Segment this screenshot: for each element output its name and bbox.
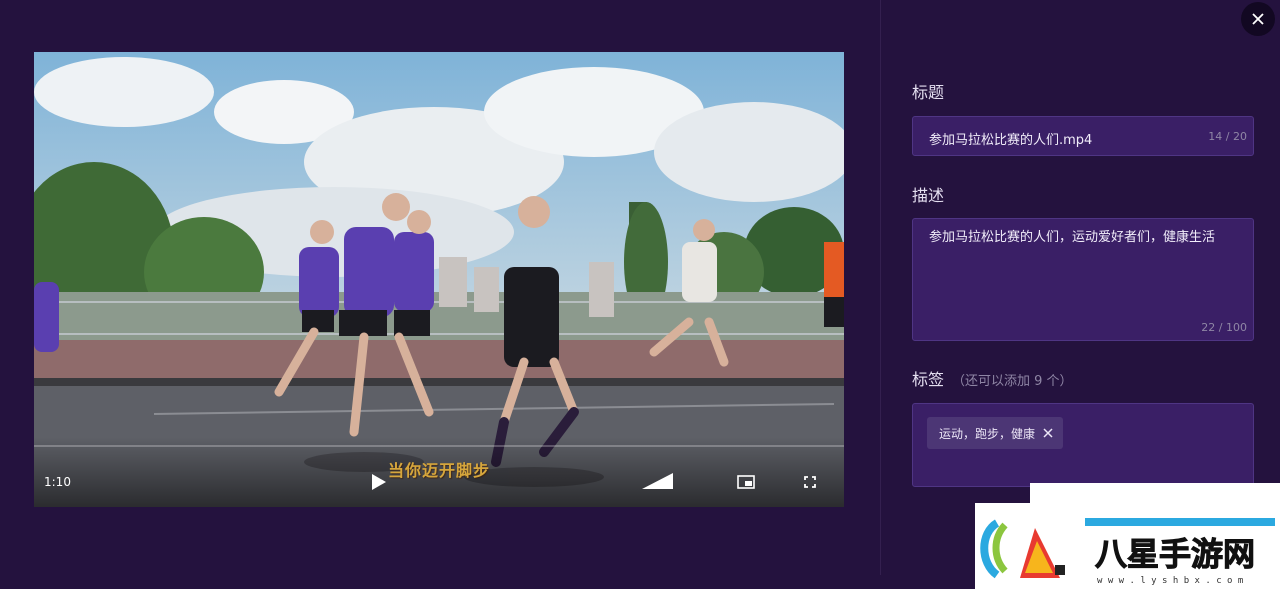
tag-chip: 运动，跑步，健康	[927, 417, 1064, 449]
description-textarea[interactable]: 参加马拉松比赛的人们，运动爱好者们，健康生活 22 / 100	[912, 218, 1254, 341]
picture-in-picture-icon	[737, 475, 755, 489]
panel-divider	[880, 0, 881, 575]
tag-remove-button[interactable]	[1043, 428, 1053, 438]
tag-chip-label: 运动，跑步，健康	[939, 426, 1036, 441]
svg-text:w w w . l y s h b x . c o m: w w w . l y s h b x . c o m	[1097, 576, 1243, 586]
close-icon	[1043, 428, 1053, 438]
close-icon	[1252, 13, 1264, 25]
tags-hint: （还可以添加 9 个）	[952, 374, 1073, 389]
watermark-logo-image: 八星手游网 w w w . l y s h b x . c o m	[980, 518, 1275, 586]
video-player[interactable]: 当你迈开脚步 1:10	[34, 52, 844, 507]
close-button[interactable]	[1241, 2, 1275, 36]
title-label: 标题	[912, 83, 945, 102]
title-char-counter: 14 / 20	[1208, 130, 1247, 143]
fullscreen-button[interactable]	[800, 472, 820, 492]
tags-label: 标签	[912, 370, 945, 389]
play-button[interactable]	[367, 470, 391, 494]
svg-text:八星手游网: 八星手游网	[1095, 535, 1255, 573]
description-label: 描述	[912, 186, 945, 205]
progress-bar[interactable]	[34, 445, 844, 447]
watermark-backing	[1030, 483, 1280, 505]
site-watermark-logo: 八星手游网 w w w . l y s h b x . c o m	[975, 503, 1280, 589]
volume-slider[interactable]	[640, 470, 676, 492]
tags-input[interactable]: 运动，跑步，健康	[912, 403, 1254, 487]
picture-in-picture-button[interactable]	[734, 472, 758, 492]
play-icon	[372, 474, 386, 490]
video-subtitle: 当你迈开脚步	[387, 461, 490, 480]
volume-icon	[642, 473, 673, 489]
description-value: 参加马拉松比赛的人们，运动爱好者们，健康生活	[929, 230, 1216, 245]
title-input[interactable]: 参加马拉松比赛的人们.mp4 14 / 20	[912, 116, 1254, 156]
tags-label-row: 标签 （还可以添加 9 个）	[912, 366, 1073, 390]
title-value: 参加马拉松比赛的人们.mp4	[929, 133, 1093, 148]
description-char-counter: 22 / 100	[1201, 321, 1247, 334]
fullscreen-icon	[804, 476, 816, 488]
current-time: 1:10	[44, 475, 71, 489]
upload-edit-dialog: 当你迈开脚步 1:10 标题 参加马拉松比赛的人们.mp4 14 / 20 描述…	[0, 0, 1280, 589]
